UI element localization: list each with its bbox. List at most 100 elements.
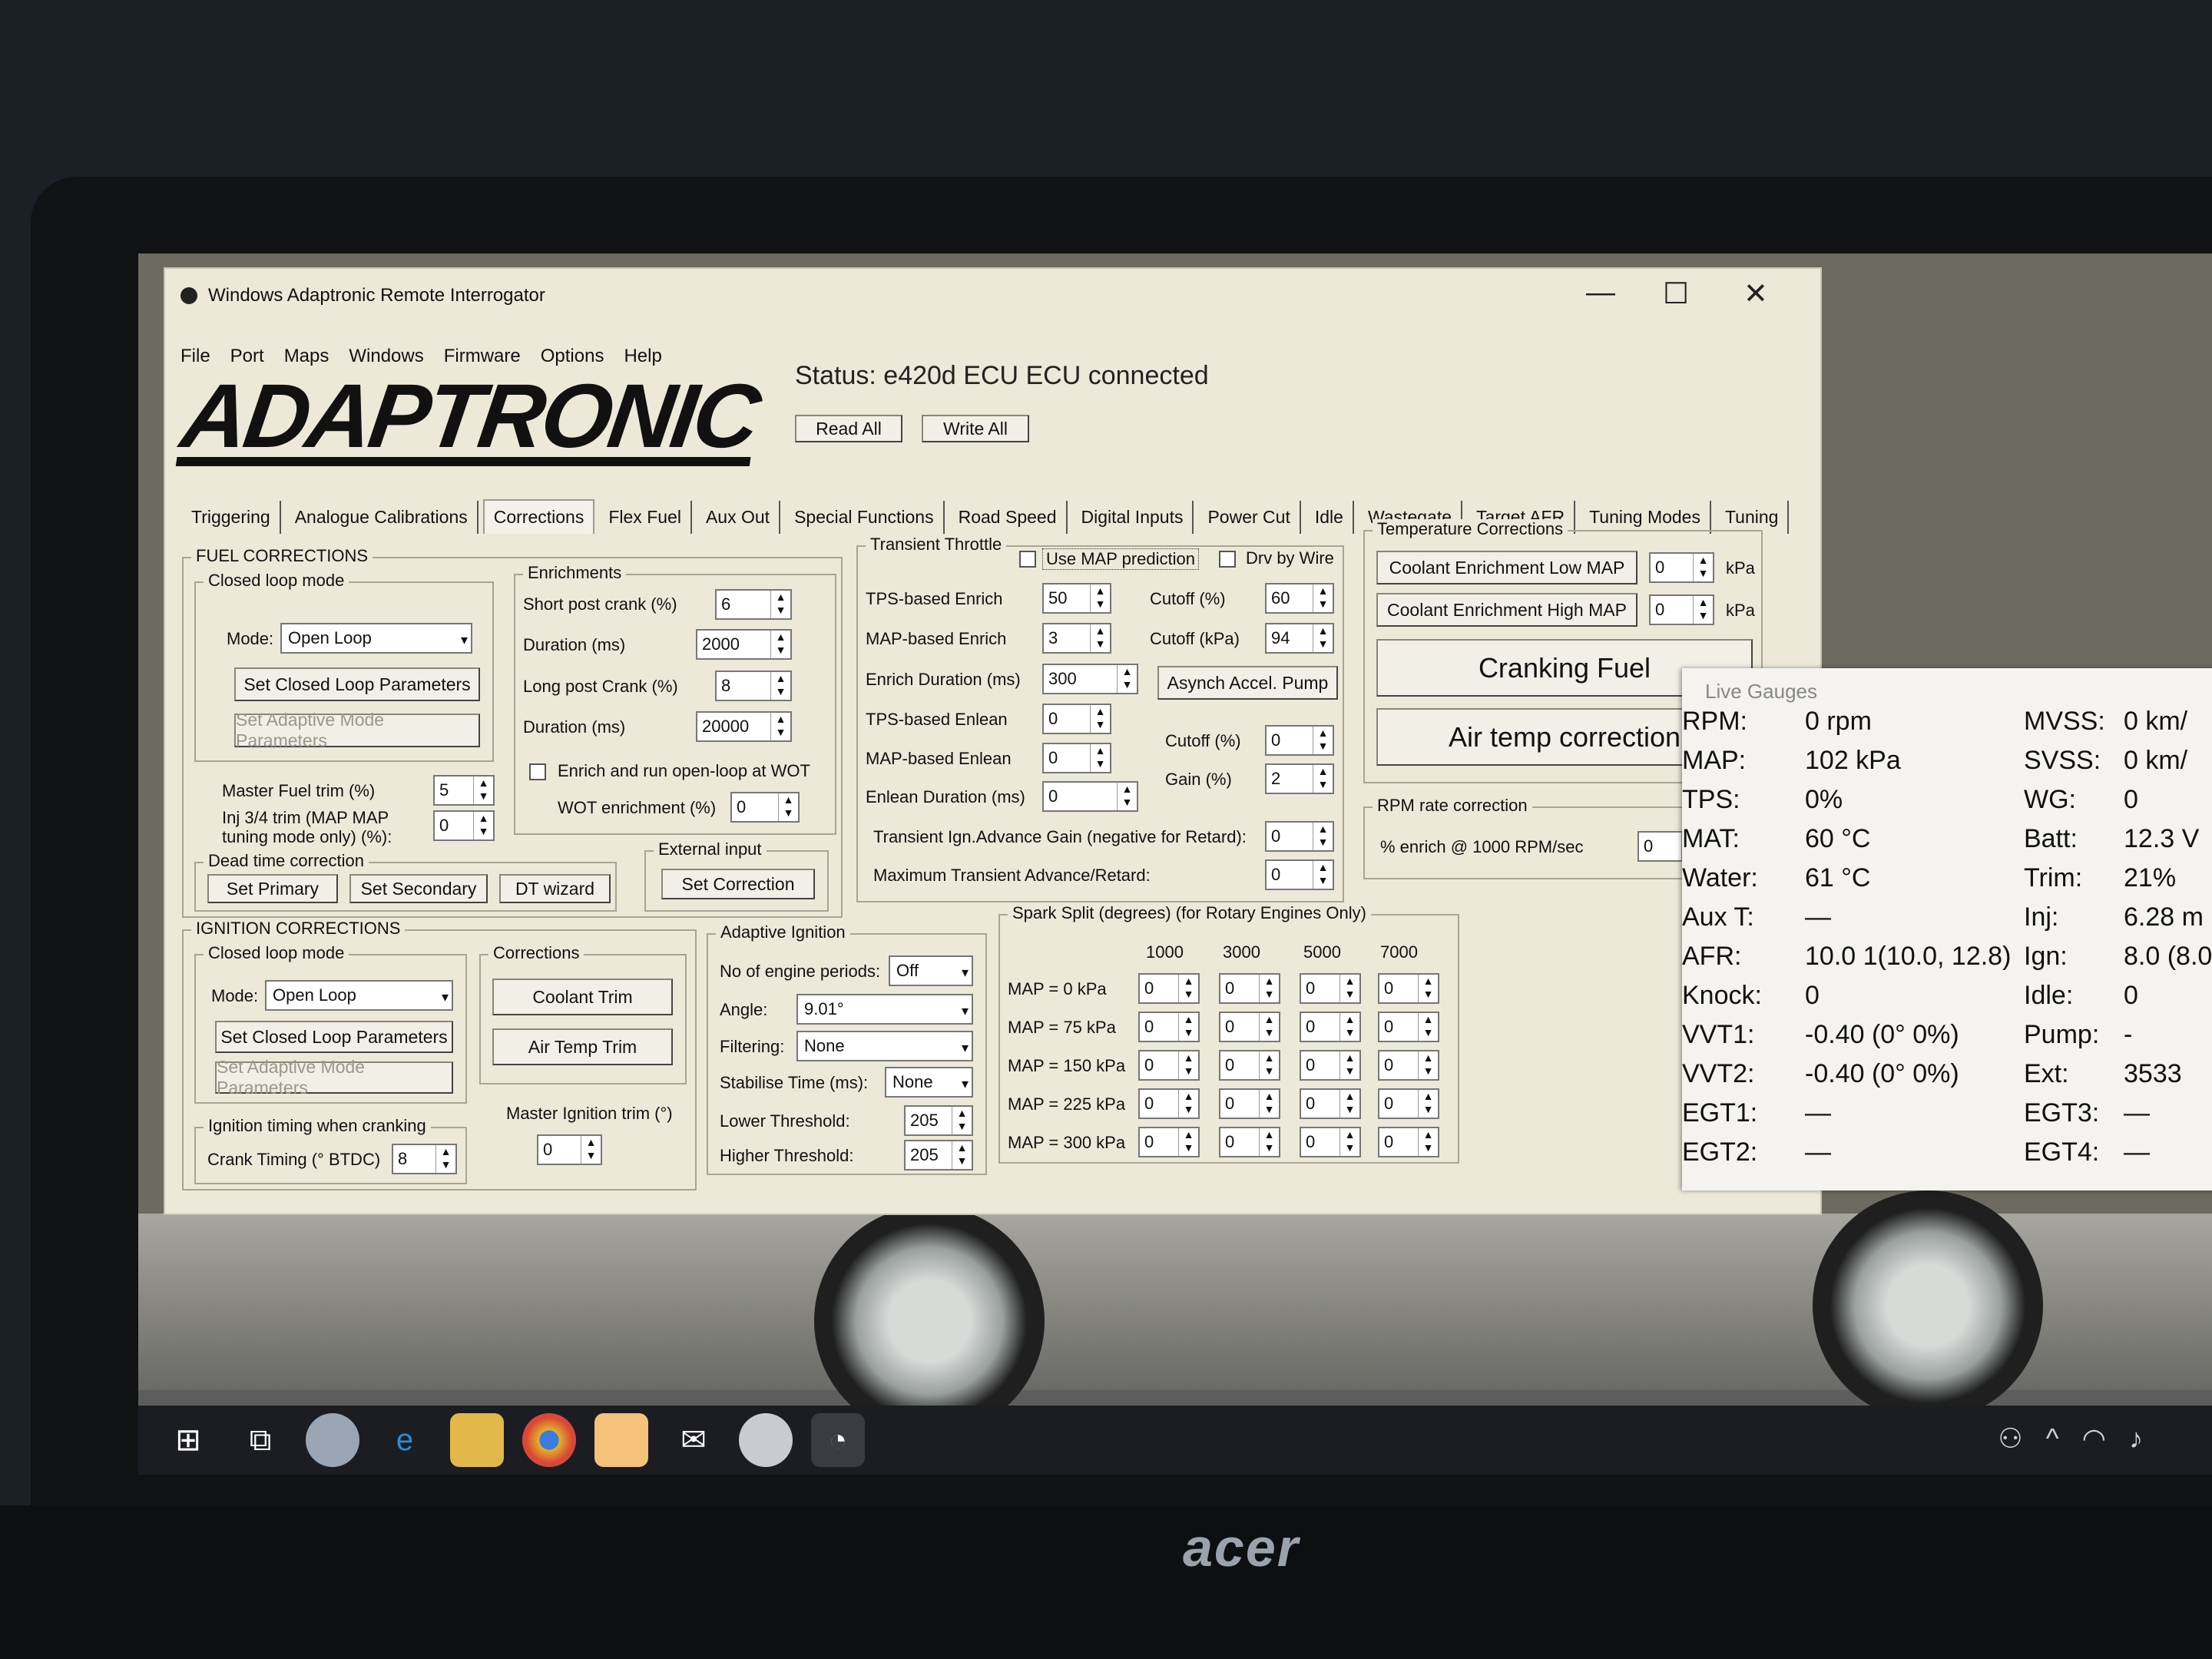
tab-idle[interactable]: Idle [1306,501,1354,534]
app-globe-icon[interactable] [306,1413,359,1467]
spinner-arrows-icon[interactable]: ▲▼ [1418,1051,1438,1079]
spinner-arrows-icon[interactable]: ▲▼ [1090,624,1110,652]
spark-split-input[interactable]: 0 ▲ ▼ [1138,1088,1200,1119]
spinner-arrows-icon[interactable]: ▲▼ [1693,596,1713,624]
spinner-arrows-icon[interactable]: ▲▼ [473,812,493,839]
file-explorer-icon[interactable] [450,1413,504,1467]
short-post-crank-input[interactable]: 6 ▲ ▼ [715,589,792,620]
spinner-arrows-icon[interactable]: ▲▼ [952,1141,972,1169]
spinner-arrows-icon[interactable]: ▲▼ [1418,1128,1438,1156]
system-tray-icons[interactable]: ⚇^◠♪ [1998,1422,2166,1455]
duration1-input[interactable]: 2000 ▲ ▼ [696,629,792,660]
spark-split-input[interactable]: 0 ▲ ▼ [1378,1127,1439,1157]
cutoff-pct-input[interactable]: 60 ▲ ▼ [1265,583,1334,614]
fuel-mode-select[interactable]: Open Loop ▾ [280,623,472,654]
close-button[interactable]: ✕ [1743,276,1768,311]
tab-flex-fuel[interactable]: Flex Fuel [599,501,692,534]
spark-split-input[interactable]: 0 ▲ ▼ [1300,1050,1361,1081]
app-notes-icon[interactable] [594,1413,648,1467]
spinner-arrows-icon[interactable]: ▲▼ [770,672,790,700]
spinner-arrows-icon[interactable]: ▲▼ [581,1136,601,1164]
fuel-set-closed-loop-button[interactable]: Set Closed Loop Parameters [234,667,480,701]
spinner-arrows-icon[interactable]: ▲▼ [1313,765,1333,793]
tab-aux-out[interactable]: Aux Out [697,501,781,534]
menu-file[interactable]: File [180,346,210,367]
spinner-arrows-icon[interactable]: ▲▼ [1259,1013,1279,1041]
app-disc-icon[interactable] [739,1413,793,1467]
spinner-arrows-icon[interactable]: ▲▼ [770,591,790,618]
filtering-select[interactable]: None ▾ [796,1031,973,1061]
spinner-arrows-icon[interactable]: ▲▼ [1259,1128,1279,1156]
coolant-high-map-input[interactable]: 0 ▲ ▼ [1649,594,1714,625]
spinner-arrows-icon[interactable]: ▲▼ [1313,727,1333,754]
spinner-arrows-icon[interactable]: ▲▼ [952,1107,972,1134]
set-secondary-button[interactable]: Set Secondary [349,874,488,903]
spinner-arrows-icon[interactable]: ▲▼ [1339,1051,1359,1079]
spinner-arrows-icon[interactable]: ▲▼ [1693,554,1713,581]
spark-split-input[interactable]: 0 ▲ ▼ [1138,1050,1200,1081]
tps-enrich-input[interactable]: 50 ▲ ▼ [1042,583,1111,614]
cutoff-kpa-input[interactable]: 94 ▲ ▼ [1265,623,1334,654]
spinner-arrows-icon[interactable]: ▲▼ [1313,823,1333,850]
ign-set-closed-loop-button[interactable]: Set Closed Loop Parameters [215,1021,453,1053]
spinner-arrows-icon[interactable]: ▲▼ [1313,624,1333,652]
tab-analogue-calibrations[interactable]: Analogue Calibrations [286,501,478,534]
asynch-accel-pump-button[interactable]: Asynch Accel. Pump [1157,666,1338,700]
spark-split-input[interactable]: 0 ▲ ▼ [1378,1088,1439,1119]
menu-firmware[interactable]: Firmware [444,346,521,367]
spinner-arrows-icon[interactable]: ▲▼ [1178,1128,1198,1156]
spark-split-input[interactable]: 0 ▲ ▼ [1300,1088,1361,1119]
master-fuel-trim-input[interactable]: 5 ▲ ▼ [433,775,495,806]
spark-split-input[interactable]: 0 ▲ ▼ [1138,1012,1200,1042]
spinner-arrows-icon[interactable]: ▲▼ [770,631,790,658]
spinner-arrows-icon[interactable]: ▲▼ [1339,1013,1359,1041]
spark-split-input[interactable]: 0 ▲ ▼ [1219,1050,1280,1081]
menu-windows[interactable]: Windows [349,346,423,367]
spark-split-input[interactable]: 0 ▲ ▼ [1378,1012,1439,1042]
spark-split-input[interactable]: 0 ▲ ▼ [1219,1012,1280,1042]
set-correction-button[interactable]: Set Correction [661,869,815,899]
crank-timing-input[interactable]: 8 ▲ ▼ [392,1144,457,1174]
coolant-low-map-button[interactable]: Coolant Enrichment Low MAP [1376,551,1637,584]
spark-split-input[interactable]: 0 ▲ ▼ [1219,1127,1280,1157]
dt-wizard-button[interactable]: DT wizard [499,874,611,903]
spinner-arrows-icon[interactable]: ▲▼ [1090,744,1110,772]
set-primary-button[interactable]: Set Primary [207,874,338,903]
max-transient-advance-input[interactable]: 0 ▲ ▼ [1265,859,1334,890]
spinner-arrows-icon[interactable]: ▲▼ [1117,783,1137,810]
spark-split-input[interactable]: 0 ▲ ▼ [1378,1050,1439,1081]
spinner-arrows-icon[interactable]: ▲▼ [1178,975,1198,1002]
maximize-button[interactable]: ☐ [1663,276,1689,311]
spinner-arrows-icon[interactable]: ▲▼ [1313,584,1333,612]
tab-tuning-modes[interactable]: Tuning Modes [1580,501,1711,534]
transient-ign-gain-input[interactable]: 0 ▲ ▼ [1265,821,1334,852]
wot-enrichment-input[interactable]: 0 ▲ ▼ [730,792,800,823]
spinner-arrows-icon[interactable]: ▲▼ [1418,975,1438,1002]
spinner-arrows-icon[interactable]: ▲▼ [1313,861,1333,889]
higher-threshold-input[interactable]: 205 ▲ ▼ [904,1140,973,1171]
lower-threshold-input[interactable]: 205 ▲ ▼ [904,1105,973,1136]
spinner-arrows-icon[interactable]: ▲▼ [1259,1051,1279,1079]
menu-help[interactable]: Help [624,346,661,367]
coolant-trim-button[interactable]: Coolant Trim [492,979,673,1015]
spark-split-input[interactable]: 0 ▲ ▼ [1219,973,1280,1004]
spinner-arrows-icon[interactable]: ▲▼ [1259,1090,1279,1118]
tab-power-cut[interactable]: Power Cut [1198,501,1301,534]
spark-split-input[interactable]: 0 ▲ ▼ [1219,1088,1280,1119]
spinner-arrows-icon[interactable]: ▲▼ [1418,1013,1438,1041]
menu-options[interactable]: Options [541,346,604,367]
spark-split-input[interactable]: 0 ▲ ▼ [1138,1127,1200,1157]
spinner-arrows-icon[interactable]: ▲▼ [770,713,790,740]
spinner-arrows-icon[interactable]: ▲▼ [435,1145,455,1173]
read-all-button[interactable]: Read All [795,415,902,442]
spinner-arrows-icon[interactable]: ▲▼ [1178,1013,1198,1041]
menu-port[interactable]: Port [230,346,264,367]
tab-special-functions[interactable]: Special Functions [785,501,945,534]
spark-split-input[interactable]: 0 ▲ ▼ [1138,973,1200,1004]
edge-browser-icon[interactable]: e [378,1413,432,1467]
fuel-set-adaptive-button[interactable]: Set Adaptive Mode Parameters [234,710,480,750]
duration2-input[interactable]: 20000 ▲ ▼ [696,711,792,742]
tab-road-speed[interactable]: Road Speed [949,501,1068,534]
spark-split-input[interactable]: 0 ▲ ▼ [1300,1127,1361,1157]
drive-by-wire-checkbox[interactable] [1219,551,1236,568]
